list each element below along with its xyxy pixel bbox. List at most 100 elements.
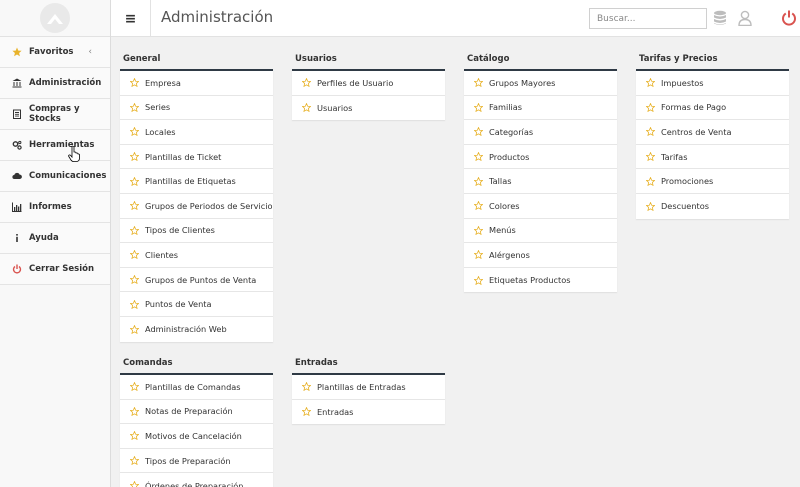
- list-item[interactable]: Puntos de Venta: [120, 292, 273, 317]
- list-item-label: Plantillas de Entradas: [317, 381, 406, 392]
- star-outline-icon[interactable]: [646, 152, 655, 162]
- list-item[interactable]: Órdenes de Preparación: [120, 473, 273, 487]
- star-outline-icon[interactable]: [474, 152, 483, 162]
- list-item-label: Formas de Pago: [661, 102, 727, 113]
- star-outline-icon[interactable]: [130, 225, 139, 235]
- star-outline-icon[interactable]: [302, 78, 311, 88]
- star-outline-icon[interactable]: [474, 102, 483, 112]
- star-outline-icon[interactable]: [130, 176, 139, 186]
- list-item[interactable]: Familias: [464, 96, 617, 121]
- sidebar-item-label: Comunicaciones: [29, 171, 107, 181]
- list-item[interactable]: Plantillas de Ticket: [120, 145, 273, 170]
- sidebar-item-informes[interactable]: Informes: [0, 192, 110, 223]
- sidebar-item-comunicaciones[interactable]: Comunicaciones: [0, 161, 110, 192]
- star-outline-icon[interactable]: [130, 324, 139, 334]
- star-outline-icon[interactable]: [474, 78, 483, 88]
- info-icon: [12, 233, 22, 243]
- star-outline-icon[interactable]: [302, 407, 311, 417]
- list-item[interactable]: Plantillas de Comandas: [120, 375, 273, 400]
- star-outline-icon[interactable]: [646, 102, 655, 112]
- list-item[interactable]: Categorías: [464, 120, 617, 145]
- sidebar-item-ayuda[interactable]: Ayuda: [0, 223, 110, 254]
- panel-list: Impuestos Formas de Pago Centros de Venta T…: [636, 69, 789, 219]
- list-item[interactable]: Promociones: [636, 169, 789, 194]
- search-input[interactable]: [589, 8, 707, 29]
- menu-toggle-button[interactable]: ≡: [111, 0, 151, 37]
- list-item[interactable]: Etiquetas Productos: [464, 268, 617, 293]
- sidebar-item-compras-stocks[interactable]: Compras y Stocks: [0, 99, 110, 130]
- star-outline-icon[interactable]: [130, 275, 139, 285]
- cloud-icon: [12, 171, 22, 181]
- star-outline-icon[interactable]: [302, 103, 311, 113]
- list-item[interactable]: Locales: [120, 120, 273, 145]
- list-item[interactable]: Usuarios: [292, 96, 445, 121]
- sidebar-item-administracion[interactable]: Administración: [0, 68, 110, 99]
- star-outline-icon[interactable]: [474, 275, 483, 285]
- list-item[interactable]: Tarifas: [636, 145, 789, 170]
- list-item-label: Grupos Mayores: [489, 77, 556, 88]
- star-outline-icon[interactable]: [130, 201, 139, 211]
- star-outline-icon[interactable]: [474, 176, 483, 186]
- list-item[interactable]: Entradas: [292, 400, 445, 425]
- list-item[interactable]: Impuestos: [636, 71, 789, 96]
- star-outline-icon[interactable]: [646, 127, 655, 137]
- list-item[interactable]: Formas de Pago: [636, 96, 789, 121]
- star-outline-icon[interactable]: [130, 299, 139, 309]
- star-outline-icon[interactable]: [130, 431, 139, 441]
- star-outline-icon[interactable]: [130, 102, 139, 112]
- list-item[interactable]: Series: [120, 96, 273, 121]
- panel-tarifas-precios: Tarifas y Precios Impuestos Formas de Pag…: [636, 52, 789, 219]
- list-item[interactable]: Grupos de Puntos de Venta: [120, 268, 273, 293]
- panel-title: Entradas: [295, 358, 338, 368]
- list-item-label: Menús: [489, 225, 516, 236]
- star-icon: [12, 47, 22, 57]
- star-outline-icon[interactable]: [130, 250, 139, 260]
- list-item[interactable]: Motivos de Cancelación: [120, 424, 273, 449]
- list-item[interactable]: Grupos Mayores: [464, 71, 617, 96]
- list-item[interactable]: Empresa: [120, 71, 273, 96]
- star-outline-icon[interactable]: [474, 225, 483, 235]
- user-icon[interactable]: [736, 9, 754, 27]
- list-item[interactable]: Productos: [464, 145, 617, 170]
- star-outline-icon[interactable]: [130, 127, 139, 137]
- list-item[interactable]: Plantillas de Etiquetas: [120, 169, 273, 194]
- list-item[interactable]: Perfiles de Usuario: [292, 71, 445, 96]
- logo[interactable]: [0, 0, 110, 37]
- star-outline-icon[interactable]: [130, 382, 139, 392]
- panel-list: Grupos Mayores Familias Categorías Producto…: [464, 69, 617, 293]
- database-icon[interactable]: [711, 9, 729, 27]
- star-outline-icon[interactable]: [646, 201, 655, 211]
- list-item[interactable]: Clientes: [120, 243, 273, 268]
- list-item[interactable]: Tallas: [464, 169, 617, 194]
- star-outline-icon[interactable]: [130, 406, 139, 416]
- star-outline-icon[interactable]: [130, 456, 139, 466]
- star-outline-icon[interactable]: [646, 176, 655, 186]
- star-outline-icon[interactable]: [646, 78, 655, 88]
- list-item-label: Categorías: [489, 126, 534, 137]
- sidebar: Favoritos ‹ Administración Compras y Sto…: [0, 0, 111, 487]
- list-item[interactable]: Centros de Venta: [636, 120, 789, 145]
- panel-usuarios: Usuarios Perfiles de Usuario Usuarios: [292, 52, 445, 121]
- star-outline-icon[interactable]: [474, 127, 483, 137]
- list-item[interactable]: Menús: [464, 219, 617, 244]
- list-item[interactable]: Plantillas de Entradas: [292, 375, 445, 400]
- list-item-label: Tipos de Preparación: [145, 455, 231, 466]
- star-outline-icon[interactable]: [130, 152, 139, 162]
- sidebar-item-favoritos[interactable]: Favoritos ‹: [0, 37, 110, 68]
- list-item[interactable]: Tipos de Clientes: [120, 219, 273, 244]
- list-item[interactable]: Grupos de Periodos de Servicio: [120, 194, 273, 219]
- star-outline-icon[interactable]: [474, 201, 483, 211]
- list-item[interactable]: Descuentos: [636, 194, 789, 219]
- list-item[interactable]: Tipos de Preparación: [120, 449, 273, 474]
- list-item[interactable]: Alérgenos: [464, 243, 617, 268]
- star-outline-icon[interactable]: [130, 481, 139, 487]
- list-item[interactable]: Colores: [464, 194, 617, 219]
- star-outline-icon[interactable]: [130, 78, 139, 88]
- star-outline-icon[interactable]: [302, 382, 311, 392]
- list-item[interactable]: Administración Web: [120, 317, 273, 342]
- sidebar-item-herramientas[interactable]: Herramientas: [0, 130, 110, 161]
- sidebar-item-cerrar-sesion[interactable]: Cerrar Sesión: [0, 254, 110, 285]
- list-item[interactable]: Notas de Preparación: [120, 400, 273, 425]
- power-icon[interactable]: [780, 9, 798, 27]
- star-outline-icon[interactable]: [474, 250, 483, 260]
